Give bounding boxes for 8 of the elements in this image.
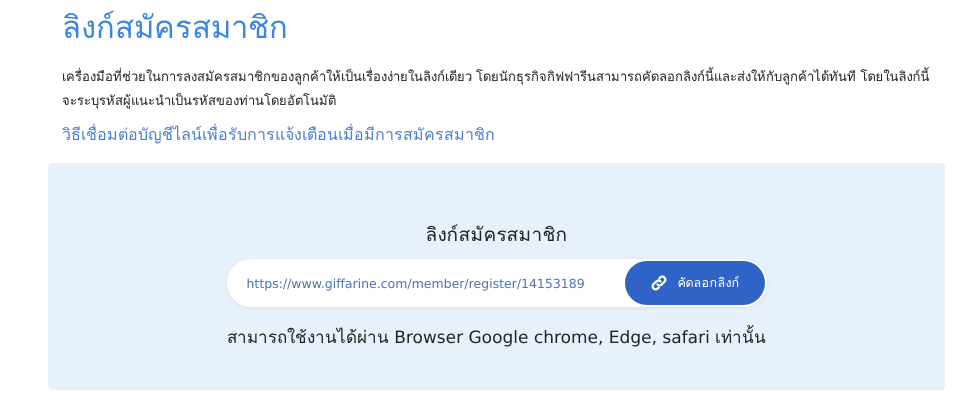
line-setup-link[interactable]: วิธีเชื่อมต่อบัญชีไลน์เพื่อรับการแจ้งเตือนเมื่อมีการสมัครสมาชิก: [62, 122, 495, 147]
url-field[interactable]: https://www.giffarine.com/member/register/14153189 คัดลอกลิงก์: [226, 259, 766, 307]
browser-note: สามารถใช้งานได้ผ่าน Browser Google chrome, Edge, safari เท่านั้น: [226, 323, 766, 350]
link-icon: [650, 274, 668, 292]
page-title: ลิงก์สมัครสมาชิก: [62, 9, 289, 48]
panel-heading: ลิงก์สมัครสมาชิก: [426, 223, 568, 248]
description: เครื่องมือที่ช่วยในการลงสมัครสมาชิกของลูกค้าให้เป็นเรื่องง่ายในลิงก์เดียว โดยนักธุรกิจกิฟฟารีนสามารถคัดลอกลิงก์นี้และส่งให้กับลูกค้าได้ทันที โดยในลิงก์นี้จะระบุรหัสผู้แนะนำเป็นรหัสของท่านโดยอัตโนมัติ: [62, 66, 932, 114]
copy-link-button[interactable]: คัดลอกลิงก์: [624, 261, 764, 305]
